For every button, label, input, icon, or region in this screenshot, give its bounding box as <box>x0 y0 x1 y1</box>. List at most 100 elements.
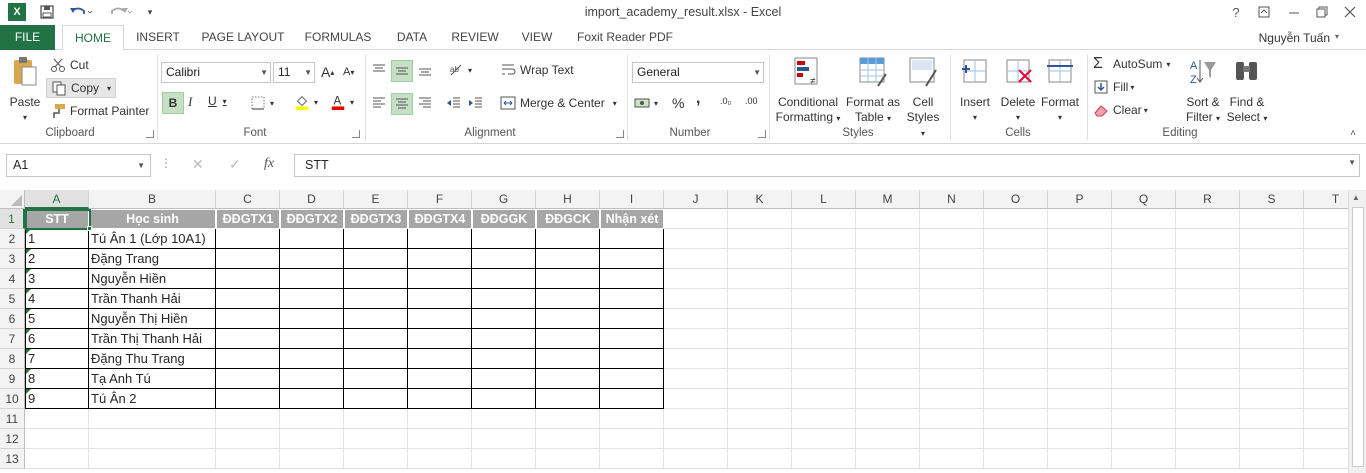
cell-h9[interactable] <box>536 369 600 389</box>
decrease-indent-button[interactable] <box>446 95 466 111</box>
cell-t11[interactable] <box>1304 409 1348 429</box>
cell-h1[interactable]: ĐĐGCK <box>536 209 600 229</box>
cell-o10[interactable] <box>984 389 1048 409</box>
cell-n10[interactable] <box>920 389 984 409</box>
cell-j6[interactable] <box>664 309 728 329</box>
cell-e10[interactable] <box>344 389 408 409</box>
cell-f9[interactable] <box>408 369 472 389</box>
cell-r3[interactable] <box>1176 249 1240 269</box>
cell-l5[interactable] <box>792 289 856 309</box>
cell-g2[interactable] <box>472 229 536 249</box>
cell-c8[interactable] <box>216 349 280 369</box>
cell-r12[interactable] <box>1176 429 1240 449</box>
cell-e6[interactable] <box>344 309 408 329</box>
cell-f6[interactable] <box>408 309 472 329</box>
column-header-a[interactable]: A <box>25 190 89 209</box>
enter-icon[interactable]: ✓ <box>229 156 241 173</box>
cell-b5[interactable]: Trần Thanh Hải <box>89 289 216 309</box>
cell-d8[interactable] <box>280 349 344 369</box>
row-header-11[interactable]: 11 <box>0 409 25 429</box>
cell-m2[interactable] <box>856 229 920 249</box>
copy-chevron-icon[interactable]: ▾ <box>107 84 111 93</box>
font-launcher-icon[interactable] <box>352 130 360 138</box>
cell-s6[interactable] <box>1240 309 1304 329</box>
cell-s7[interactable] <box>1240 329 1304 349</box>
cell-r5[interactable] <box>1176 289 1240 309</box>
cell-h2[interactable] <box>536 229 600 249</box>
cell-p13[interactable] <box>1048 449 1112 469</box>
cell-k2[interactable] <box>728 229 792 249</box>
cell-s4[interactable] <box>1240 269 1304 289</box>
column-header-h[interactable]: H <box>536 190 600 209</box>
cell-c5[interactable] <box>216 289 280 309</box>
column-header-b[interactable]: B <box>89 190 216 209</box>
cell-r10[interactable] <box>1176 389 1240 409</box>
cell-s13[interactable] <box>1240 449 1304 469</box>
cancel-icon[interactable]: ✕ <box>192 156 204 173</box>
cell-b11[interactable] <box>89 409 216 429</box>
cell-a4[interactable]: 3 <box>25 269 89 289</box>
cell-q11[interactable] <box>1112 409 1176 429</box>
tab-home[interactable]: HOME <box>62 25 124 51</box>
tab-insert[interactable]: INSERT <box>132 25 184 50</box>
tab-foxit-reader-pdf[interactable]: Foxit Reader PDF <box>572 25 678 50</box>
cell-d10[interactable] <box>280 389 344 409</box>
cell-f1[interactable]: ĐĐGTX4 <box>408 209 472 229</box>
cell-j5[interactable] <box>664 289 728 309</box>
cell-c4[interactable] <box>216 269 280 289</box>
tab-formulas[interactable]: FORMULAS <box>300 25 376 50</box>
cell-p12[interactable] <box>1048 429 1112 449</box>
cell-s10[interactable] <box>1240 389 1304 409</box>
cell-c1[interactable]: ĐĐGTX1 <box>216 209 280 229</box>
user-menu-chevron-icon[interactable]: ▾ <box>1335 32 1339 41</box>
cell-t9[interactable] <box>1304 369 1348 389</box>
cell-g7[interactable] <box>472 329 536 349</box>
cell-o6[interactable] <box>984 309 1048 329</box>
cell-b8[interactable]: Đặng Thu Trang <box>89 349 216 369</box>
cell-m3[interactable] <box>856 249 920 269</box>
cell-k8[interactable] <box>728 349 792 369</box>
minimize-icon[interactable] <box>1280 0 1308 24</box>
cell-j3[interactable] <box>664 249 728 269</box>
cell-g11[interactable] <box>472 409 536 429</box>
cell-a13[interactable] <box>25 449 89 469</box>
cell-g10[interactable] <box>472 389 536 409</box>
cell-o4[interactable] <box>984 269 1048 289</box>
cell-r13[interactable] <box>1176 449 1240 469</box>
cell-l11[interactable] <box>792 409 856 429</box>
cell-q1[interactable] <box>1112 209 1176 229</box>
collapse-ribbon-icon[interactable]: ˄ <box>1350 128 1356 139</box>
cell-m1[interactable] <box>856 209 920 229</box>
cell-a2[interactable]: 1 <box>25 229 89 249</box>
column-header-c[interactable]: C <box>216 190 280 209</box>
cell-q7[interactable] <box>1112 329 1176 349</box>
cell-i6[interactable] <box>600 309 664 329</box>
cell-m9[interactable] <box>856 369 920 389</box>
comma-style-button[interactable]: , <box>696 90 700 108</box>
column-header-m[interactable]: M <box>856 190 920 209</box>
cell-m8[interactable] <box>856 349 920 369</box>
tab-view[interactable]: VIEW <box>514 25 560 50</box>
cell-q4[interactable] <box>1112 269 1176 289</box>
sort-filter-button[interactable]: AZ Sort & Filter ▾ <box>1182 56 1224 126</box>
alignment-launcher-icon[interactable] <box>616 130 624 138</box>
cell-g13[interactable] <box>472 449 536 469</box>
row-header-13[interactable]: 13 <box>0 449 25 469</box>
cell-f3[interactable] <box>408 249 472 269</box>
cell-i13[interactable] <box>600 449 664 469</box>
cell-d5[interactable] <box>280 289 344 309</box>
cell-s9[interactable] <box>1240 369 1304 389</box>
cell-i2[interactable] <box>600 229 664 249</box>
cell-l12[interactable] <box>792 429 856 449</box>
row-header-10[interactable]: 10 <box>0 389 25 409</box>
delete-cells-button[interactable]: Delete ▾ <box>997 56 1039 125</box>
cell-h8[interactable] <box>536 349 600 369</box>
cell-g6[interactable] <box>472 309 536 329</box>
cell-l7[interactable] <box>792 329 856 349</box>
cell-i9[interactable] <box>600 369 664 389</box>
column-header-r[interactable]: R <box>1176 190 1240 209</box>
cell-a5[interactable]: 4 <box>25 289 89 309</box>
cell-s12[interactable] <box>1240 429 1304 449</box>
cell-p10[interactable] <box>1048 389 1112 409</box>
cell-p9[interactable] <box>1048 369 1112 389</box>
